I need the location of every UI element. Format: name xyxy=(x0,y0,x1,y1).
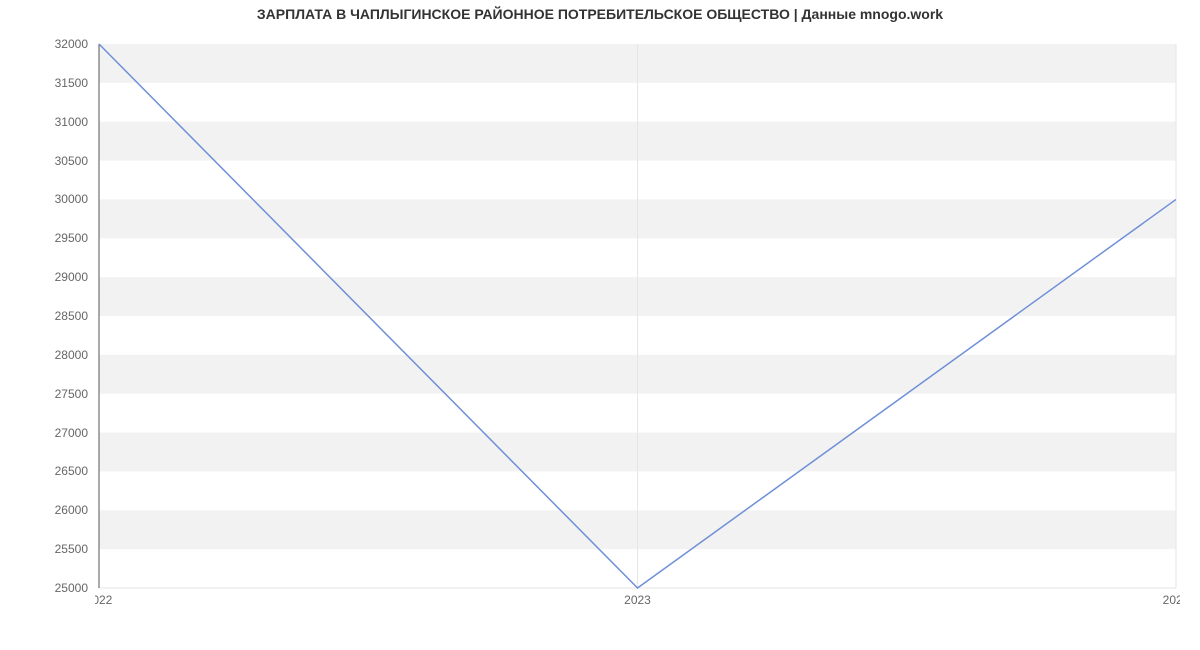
y-tick-label: 25000 xyxy=(0,581,88,595)
y-tick-label: 25500 xyxy=(0,542,88,556)
x-tick-label: 2022 xyxy=(95,593,113,607)
y-tick-label: 29000 xyxy=(0,270,88,284)
y-tick-label: 31000 xyxy=(0,115,88,129)
y-tick-label: 27500 xyxy=(0,387,88,401)
chart-title: ЗАРПЛАТА В ЧАПЛЫГИНСКОЕ РАЙОННОЕ ПОТРЕБИ… xyxy=(0,6,1200,22)
y-tick-label: 31500 xyxy=(0,76,88,90)
y-tick-label: 30500 xyxy=(0,154,88,168)
y-tick-label: 30000 xyxy=(0,192,88,206)
y-tick-label: 26500 xyxy=(0,464,88,478)
x-tick-label: 2023 xyxy=(624,593,651,607)
y-tick-label: 29500 xyxy=(0,231,88,245)
y-tick-label: 28500 xyxy=(0,309,88,323)
x-tick-label: 2024 xyxy=(1163,593,1180,607)
y-tick-label: 28000 xyxy=(0,348,88,362)
y-tick-label: 32000 xyxy=(0,37,88,51)
chart-plot: 2022 2023 2024 xyxy=(95,40,1180,610)
chart-container: ЗАРПЛАТА В ЧАПЛЫГИНСКОЕ РАЙОННОЕ ПОТРЕБИ… xyxy=(0,0,1200,650)
y-tick-label: 26000 xyxy=(0,503,88,517)
y-tick-label: 27000 xyxy=(0,426,88,440)
